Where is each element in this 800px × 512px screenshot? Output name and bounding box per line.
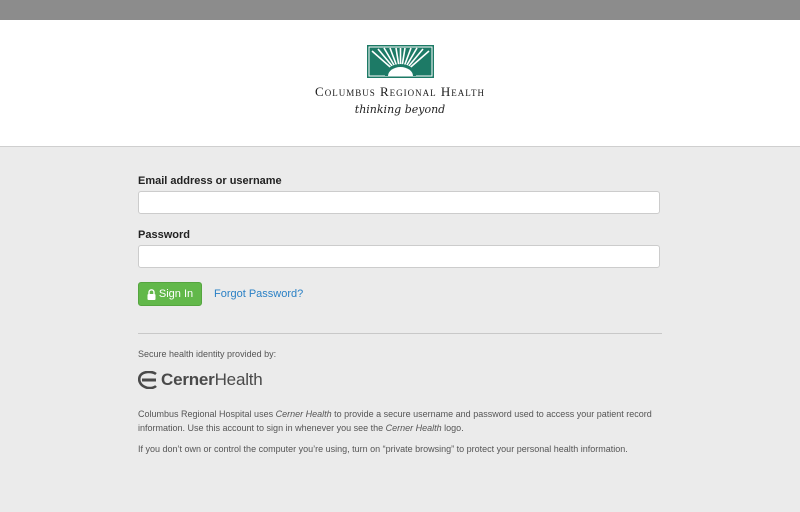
signin-button-label: Sign In <box>158 288 194 300</box>
brand-name: Columbus Regional Health <box>315 84 485 99</box>
cerner-logo-icon <box>138 371 157 389</box>
top-bar <box>0 0 800 20</box>
password-label: Password <box>138 229 190 241</box>
info-paragraph-2: If you don’t own or control the computer… <box>138 444 628 454</box>
username-input[interactable] <box>138 191 660 214</box>
signin-button[interactable]: Sign In <box>138 282 202 306</box>
password-input[interactable] <box>138 245 660 268</box>
brand-tagline: thinking beyond <box>354 103 446 116</box>
cerner-logo-text: CernerHealth <box>161 370 263 389</box>
provided-by-text: Secure health identity provided by: <box>138 349 277 359</box>
username-label: Email address or username <box>138 175 282 187</box>
forgot-password-link[interactable]: Forgot Password? <box>214 288 303 300</box>
header: Columbus Regional Health thinking beyond <box>0 20 800 147</box>
info-paragraph-1: Columbus Regional Hospital uses Cerner H… <box>138 409 652 433</box>
lock-icon <box>147 288 156 300</box>
sunburst-logo-icon <box>367 45 434 78</box>
divider <box>138 333 662 334</box>
cerner-health-logo: CernerHealth <box>138 369 263 391</box>
